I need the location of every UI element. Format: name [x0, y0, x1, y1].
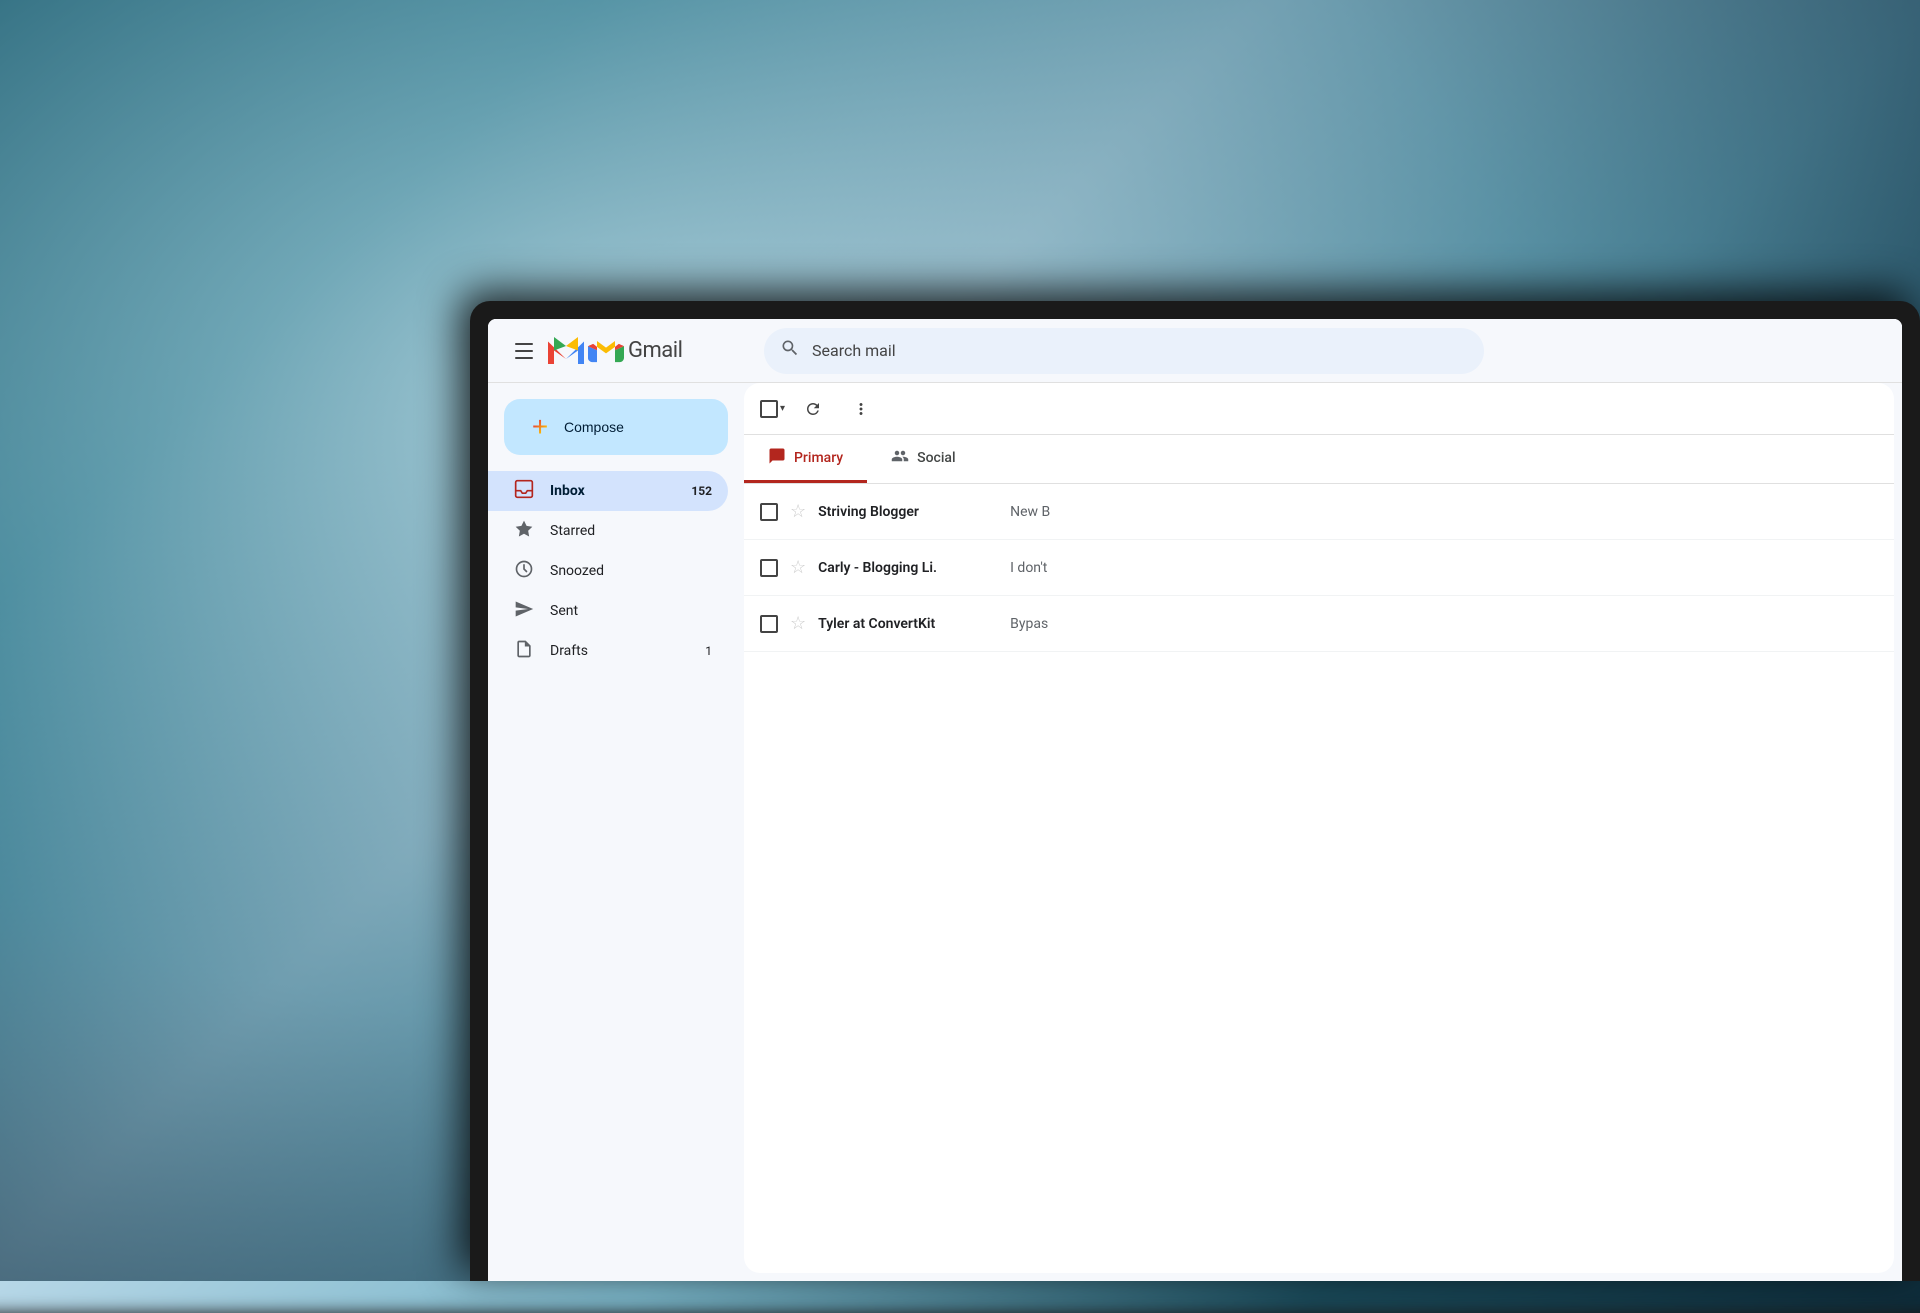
sidebar-item-starred[interactable]: Starred — [488, 511, 728, 551]
screen-bezel: Gmail Search mail — [488, 319, 1902, 1281]
primary-tab-label: Primary — [794, 450, 843, 466]
main-content: Compose Inbox 152 — [488, 383, 1902, 1281]
more-icon — [852, 400, 870, 418]
email-sender-2: Tyler at ConvertKit — [818, 616, 998, 632]
drafts-label: Drafts — [550, 643, 689, 659]
gmail-app: Gmail Search mail — [488, 319, 1902, 1281]
sidebar: Compose Inbox 152 — [488, 383, 744, 1281]
drafts-icon — [514, 639, 534, 664]
email-list-area: ▾ — [744, 383, 1894, 1273]
menu-button[interactable] — [504, 331, 544, 371]
primary-tab-icon — [768, 447, 786, 469]
gmail-wordmark: Gmail — [628, 338, 682, 363]
search-icon — [780, 338, 800, 363]
email-star-2[interactable]: ☆ — [790, 613, 806, 634]
topbar: Gmail Search mail — [488, 319, 1902, 383]
sidebar-item-sent[interactable]: Sent — [488, 591, 728, 631]
email-star-1[interactable]: ☆ — [790, 557, 806, 578]
more-options-button[interactable] — [841, 389, 881, 429]
refresh-icon — [804, 400, 822, 418]
email-checkbox-0[interactable] — [760, 503, 778, 521]
tab-social[interactable]: Social — [867, 435, 979, 483]
laptop-frame: Gmail Search mail — [470, 301, 1920, 1281]
compose-label: Compose — [564, 419, 624, 435]
compose-button[interactable]: Compose — [504, 399, 728, 455]
gmail-m-icon — [588, 337, 624, 365]
tabs-row: Primary Social — [744, 435, 1894, 484]
compose-plus-icon — [528, 415, 552, 439]
inbox-label: Inbox — [550, 483, 675, 499]
logo-area: Gmail — [504, 331, 764, 371]
email-row-0[interactable]: ☆ Striving Blogger New B — [744, 484, 1894, 540]
snoozed-label: Snoozed — [550, 563, 712, 579]
select-dropdown-arrow[interactable]: ▾ — [780, 403, 785, 414]
email-row-1[interactable]: ☆ Carly - Blogging Li. I don't — [744, 540, 1894, 596]
email-sender-1: Carly - Blogging Li. — [818, 560, 998, 576]
search-bar[interactable]: Search mail — [764, 328, 1484, 374]
sent-label: Sent — [550, 603, 712, 619]
email-snippet-0: New B — [1010, 504, 1878, 520]
sidebar-item-drafts[interactable]: Drafts 1 — [488, 631, 728, 671]
email-row-2[interactable]: ☆ Tyler at ConvertKit Bypas — [744, 596, 1894, 652]
drafts-badge: 1 — [705, 644, 712, 658]
inbox-icon — [514, 479, 534, 504]
sidebar-item-snoozed[interactable]: Snoozed — [488, 551, 728, 591]
email-star-0[interactable]: ☆ — [790, 501, 806, 522]
starred-label: Starred — [550, 523, 712, 539]
snoozed-icon — [514, 559, 534, 584]
sidebar-item-inbox[interactable]: Inbox 152 — [488, 471, 728, 511]
social-tab-label: Social — [917, 450, 955, 466]
sent-icon — [514, 599, 534, 624]
email-checkbox-2[interactable] — [760, 615, 778, 633]
inbox-badge: 152 — [691, 484, 712, 498]
email-checkbox-1[interactable] — [760, 559, 778, 577]
email-sender-0: Striving Blogger — [818, 504, 998, 520]
email-snippet-1: I don't — [1010, 560, 1878, 576]
social-tab-icon — [891, 447, 909, 469]
email-toolbar: ▾ — [744, 383, 1894, 435]
search-input-placeholder: Search mail — [812, 341, 896, 360]
star-icon — [514, 519, 534, 544]
gmail-m-logo — [548, 337, 584, 365]
gmail-logo-link[interactable]: Gmail — [548, 337, 682, 365]
refresh-button[interactable] — [793, 389, 833, 429]
hamburger-icon — [515, 343, 533, 359]
select-all-wrap[interactable]: ▾ — [760, 400, 785, 418]
email-snippet-2: Bypas — [1010, 616, 1878, 632]
select-all-checkbox[interactable] — [760, 400, 778, 418]
tab-primary[interactable]: Primary — [744, 435, 867, 483]
